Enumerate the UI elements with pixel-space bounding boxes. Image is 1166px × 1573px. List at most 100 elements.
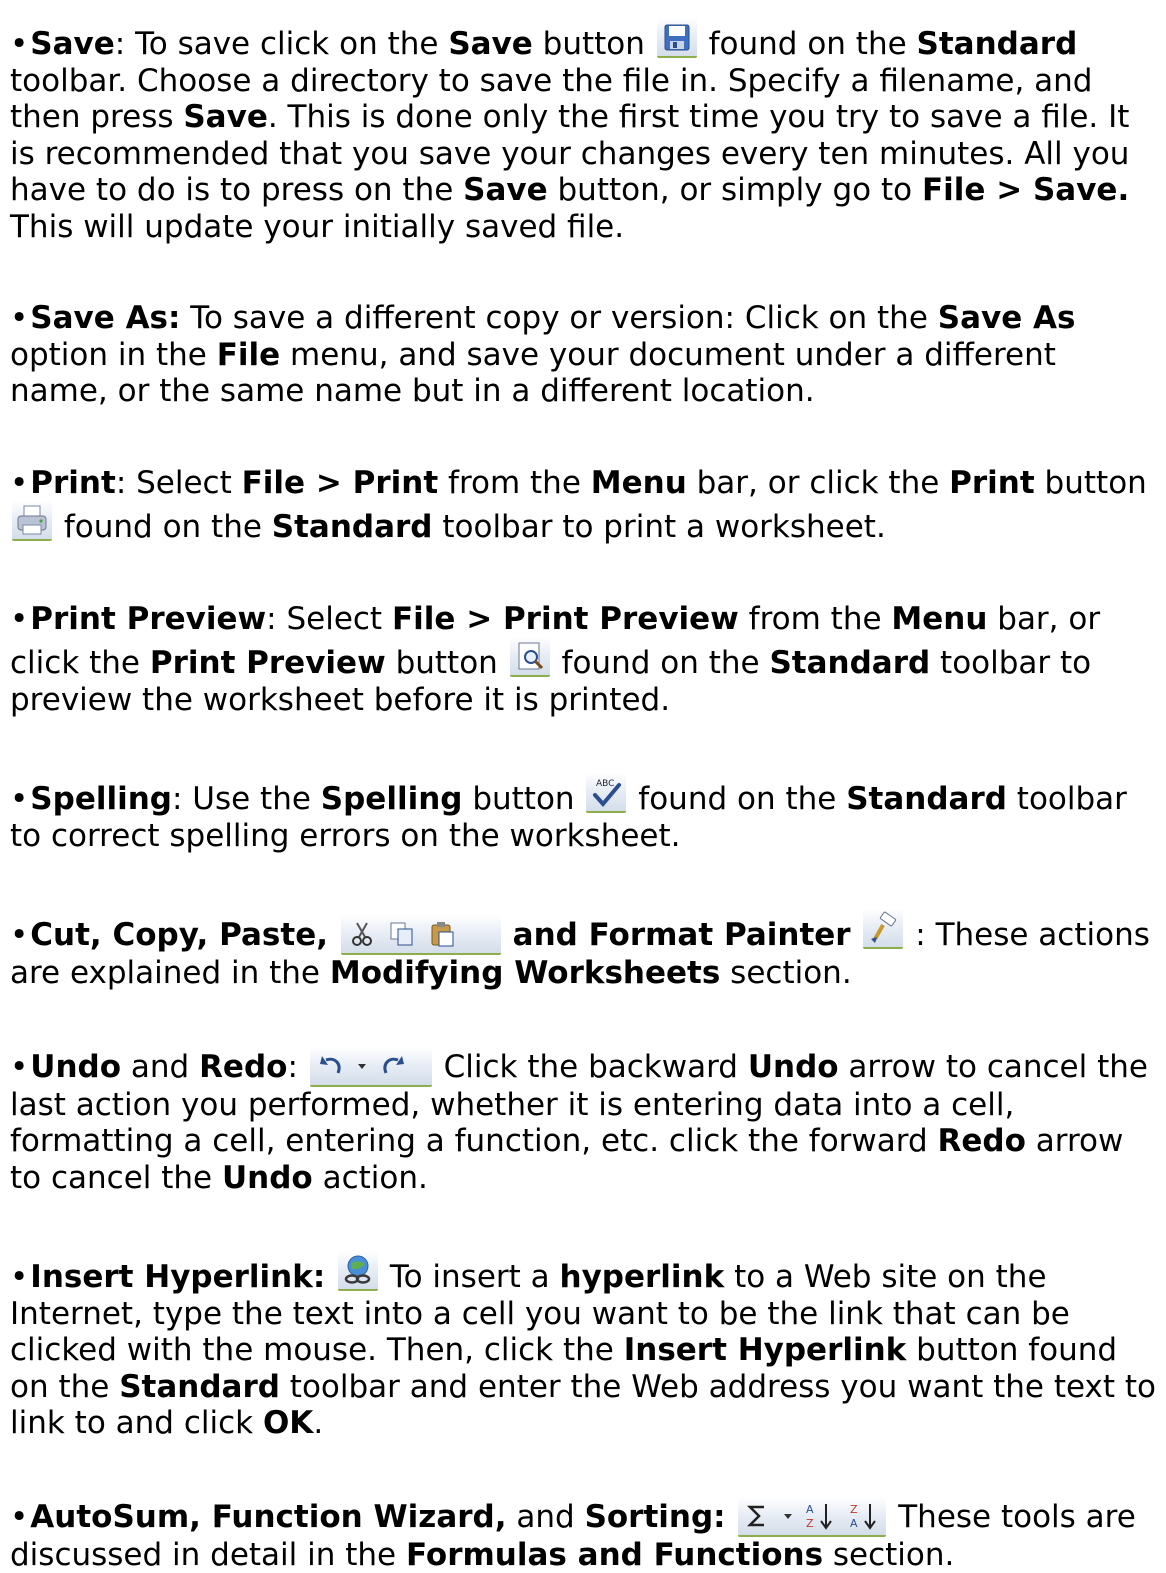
save-icon[interactable] bbox=[657, 18, 697, 58]
help-list: •Save: To save click on the Save button … bbox=[10, 18, 1158, 1573]
bold-term: Print bbox=[30, 465, 116, 501]
text-run: button bbox=[386, 645, 508, 681]
bold-term: Save bbox=[463, 172, 547, 208]
text-run: and bbox=[507, 1499, 585, 1535]
text-run: : To save click on the bbox=[115, 26, 449, 62]
bold-term: Print Preview bbox=[30, 601, 266, 637]
bullet: • bbox=[10, 1049, 28, 1085]
bullet: • bbox=[10, 781, 28, 817]
bold-term: Menu bbox=[591, 465, 687, 501]
sort-ascending-icon[interactable]: A Z bbox=[804, 1500, 838, 1532]
autosum-dropdown-icon[interactable] bbox=[782, 1501, 794, 1531]
cut-copy-paste-toolbar bbox=[341, 915, 501, 955]
list-item-save-as: •Save As: To save a different copy or ve… bbox=[10, 300, 1158, 410]
bold-term: Save bbox=[30, 26, 114, 62]
text-run: button, or simply go to bbox=[548, 172, 922, 208]
bold-term: and Format Painter bbox=[513, 917, 862, 953]
hyperlink-icon[interactable] bbox=[338, 1251, 378, 1291]
cut-icon[interactable] bbox=[347, 919, 377, 949]
text-run: from the bbox=[739, 601, 892, 637]
redo-icon[interactable] bbox=[378, 1051, 408, 1081]
text-run: To save a different copy or version: Cli… bbox=[180, 300, 937, 336]
bullet: • bbox=[10, 300, 28, 336]
bold-term: Redo bbox=[199, 1049, 287, 1085]
bold-term: Insert Hyperlink bbox=[624, 1332, 907, 1368]
text-run: toolbar to print a worksheet. bbox=[433, 509, 886, 545]
bullet: • bbox=[10, 1259, 28, 1295]
autosum-icon[interactable] bbox=[744, 1501, 772, 1531]
bold-term: Redo bbox=[938, 1123, 1026, 1159]
bold-term: OK bbox=[263, 1405, 313, 1441]
text-run: section. bbox=[823, 1537, 954, 1573]
bold-term: Spelling bbox=[321, 781, 463, 817]
bold-term: File > Print bbox=[242, 465, 439, 501]
bold-term: Save bbox=[448, 26, 532, 62]
bold-term: Standard bbox=[272, 509, 433, 545]
bullet: • bbox=[10, 601, 28, 637]
text-run: action. bbox=[313, 1160, 428, 1196]
text-run: from the bbox=[438, 465, 591, 501]
text-run: . bbox=[313, 1405, 323, 1441]
svg-text:A: A bbox=[850, 1517, 858, 1530]
bold-term: Print Preview bbox=[150, 645, 386, 681]
list-item-spelling: •Spelling: Use the Spelling button ABC f… bbox=[10, 773, 1158, 854]
list-item-cut-copy-paste: •Cut, Copy, Paste, and Format Painter bbox=[10, 909, 1158, 992]
list-item-autosum: •AutoSum, Function Wizard, and Sorting: … bbox=[10, 1497, 1158, 1573]
bold-term: Save As: bbox=[30, 300, 180, 336]
spelling-icon[interactable]: ABC bbox=[586, 773, 626, 813]
text-run: button bbox=[533, 26, 655, 62]
undo-dropdown-icon[interactable] bbox=[356, 1051, 368, 1081]
list-item-print-preview: •Print Preview: Select File > Print Prev… bbox=[10, 601, 1158, 719]
svg-text:ABC: ABC bbox=[596, 779, 614, 789]
list-item-print: •Print: Select File > Print from the Men… bbox=[10, 465, 1158, 546]
bullet: • bbox=[10, 26, 28, 62]
text-run: This will update your initially saved fi… bbox=[10, 209, 624, 245]
text-run: Click the backward bbox=[444, 1049, 748, 1085]
bold-term: Undo bbox=[222, 1160, 313, 1196]
bullet: • bbox=[10, 1499, 28, 1535]
undo-icon[interactable] bbox=[316, 1051, 346, 1081]
bold-term: Save As bbox=[938, 300, 1076, 336]
bold-term: Standard bbox=[846, 781, 1007, 817]
bold-term: Formulas and Functions bbox=[406, 1537, 823, 1573]
bold-term: Standard bbox=[769, 645, 930, 681]
paste-icon[interactable] bbox=[427, 919, 457, 949]
text-run: : Select bbox=[116, 465, 242, 501]
document-page: •Save: To save click on the Save button … bbox=[0, 0, 1166, 1573]
bold-term: File > Save. bbox=[922, 172, 1129, 208]
bold-term: Standard bbox=[119, 1369, 280, 1405]
text-run: bar, or click the bbox=[687, 465, 949, 501]
bold-term: Insert Hyperlink: bbox=[30, 1259, 336, 1295]
bold-term: Modifying Worksheets bbox=[330, 955, 720, 991]
bold-term: Standard bbox=[917, 26, 1078, 62]
text-run: found on the bbox=[562, 645, 770, 681]
text-run: found on the bbox=[638, 781, 846, 817]
bold-term: Undo bbox=[748, 1049, 839, 1085]
bold-term: hyperlink bbox=[560, 1259, 725, 1295]
text-run: : bbox=[287, 1049, 307, 1085]
format-painter-icon[interactable] bbox=[863, 909, 903, 949]
text-run: button bbox=[462, 781, 584, 817]
text-run: found on the bbox=[709, 26, 917, 62]
list-item-insert-hyperlink: •Insert Hyperlink: To insert a hyperlink… bbox=[10, 1251, 1158, 1442]
print-icon[interactable] bbox=[12, 501, 52, 541]
svg-text:Z: Z bbox=[806, 1517, 814, 1530]
text-run: and bbox=[121, 1049, 199, 1085]
autosum-sort-toolbar: A Z Z A bbox=[738, 1497, 886, 1537]
text-run: section. bbox=[720, 955, 851, 991]
undo-redo-toolbar bbox=[310, 1047, 432, 1087]
print-preview-icon[interactable] bbox=[510, 637, 550, 677]
text-run: found on the bbox=[64, 509, 272, 545]
bold-term: Cut, Copy, Paste, bbox=[30, 917, 339, 953]
bullet: • bbox=[10, 465, 28, 501]
bullet: • bbox=[10, 917, 28, 953]
copy-icon[interactable] bbox=[387, 919, 417, 949]
bold-term: File bbox=[217, 337, 280, 373]
svg-text:Z: Z bbox=[850, 1503, 858, 1516]
text-run: option in the bbox=[10, 337, 217, 373]
bold-term: Sorting: bbox=[585, 1499, 737, 1535]
bold-term: File > Print Preview bbox=[392, 601, 739, 637]
text-run: : Use the bbox=[172, 781, 321, 817]
list-item-save: •Save: To save click on the Save button … bbox=[10, 18, 1158, 245]
sort-descending-icon[interactable]: Z A bbox=[848, 1500, 882, 1532]
